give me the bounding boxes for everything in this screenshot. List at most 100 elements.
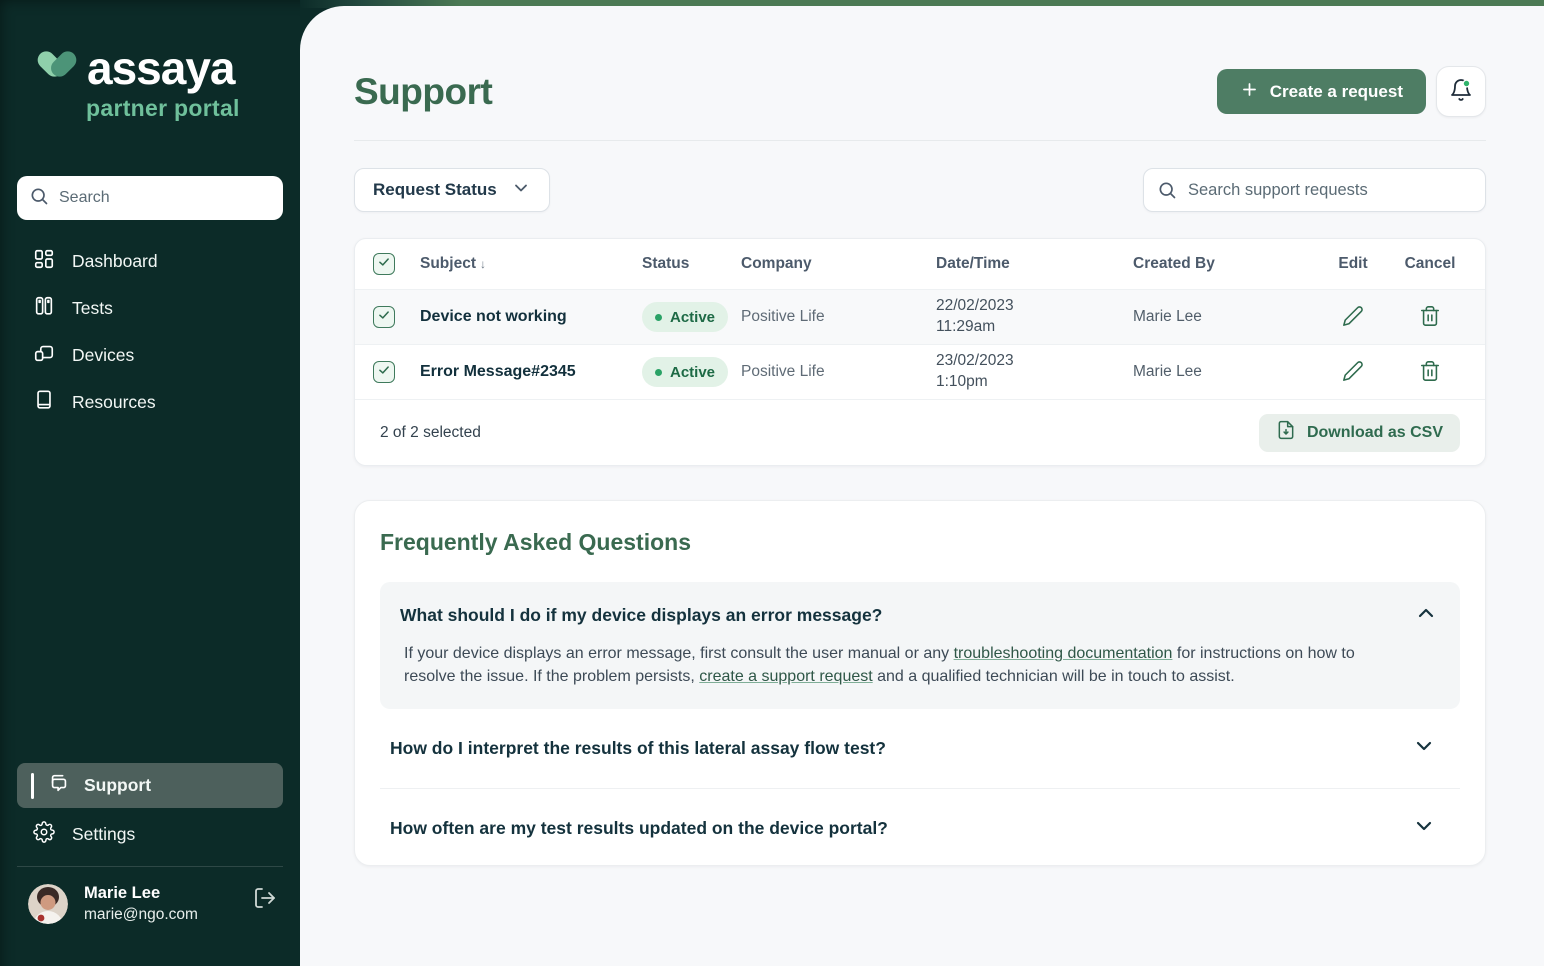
column-header-subject[interactable]: Subject↓ — [420, 255, 642, 273]
status-dot — [655, 369, 662, 376]
sidebar-item-label: Devices — [72, 345, 134, 366]
brand-name: assaya — [87, 45, 235, 91]
faq-item[interactable]: How often are my test results updated on… — [380, 789, 1460, 868]
create-request-button[interactable]: Create a request — [1217, 69, 1426, 114]
support-icon — [48, 772, 70, 799]
support-search-input[interactable] — [1143, 168, 1486, 212]
chevron-down-icon — [511, 178, 531, 203]
cell-created-by: Marie Lee — [1133, 308, 1313, 326]
sidebar-item-tests[interactable]: Tests — [17, 285, 283, 332]
pencil-icon — [1342, 360, 1364, 385]
chevron-up-icon[interactable] — [1414, 601, 1438, 630]
table-row: Device not working Active Positive Life … — [355, 289, 1485, 344]
troubleshooting-documentation-link[interactable]: troubleshooting documentation — [954, 645, 1173, 662]
faq-answer: If your device displays an error message… — [400, 643, 1440, 688]
download-csv-label: Download as CSV — [1307, 424, 1443, 442]
sidebar-item-support[interactable]: Support — [17, 763, 283, 808]
bell-icon — [1449, 78, 1473, 105]
faq-question: What should I do if my device displays a… — [400, 605, 882, 626]
page-title: Support — [354, 71, 492, 113]
column-header-datetime: Date/Time — [936, 255, 1133, 273]
cell-subject: Error Message#2345 — [420, 363, 642, 381]
logout-button[interactable] — [253, 886, 277, 913]
active-indicator-bar — [31, 773, 34, 799]
sidebar-item-resources[interactable]: Resources — [17, 379, 283, 426]
sidebar-search-input[interactable] — [59, 189, 271, 207]
notifications-button[interactable] — [1436, 66, 1486, 117]
edit-button[interactable] — [1313, 305, 1393, 330]
status-badge: Active — [642, 302, 728, 332]
sidebar-item-settings[interactable]: Settings — [17, 812, 283, 857]
user-profile: Marie Lee marie@ngo.com — [17, 884, 283, 924]
file-download-icon — [1276, 420, 1296, 445]
sidebar-nav: Dashboard Tests — [17, 238, 283, 426]
cancel-button[interactable] — [1393, 360, 1467, 385]
user-name: Marie Lee — [84, 884, 198, 903]
avatar — [28, 884, 68, 924]
faq-item[interactable]: How do I interpret the results of this l… — [380, 709, 1460, 788]
sidebar-item-label: Support — [84, 775, 151, 796]
status-dot — [655, 314, 662, 321]
brand-logo: assaya partner portal — [34, 44, 240, 122]
devices-icon — [33, 342, 55, 369]
app-window: assaya partner portal Dashboard — [0, 0, 1544, 966]
trash-icon — [1419, 360, 1441, 385]
sidebar-item-dashboard[interactable]: Dashboard — [17, 238, 283, 285]
search-icon — [29, 186, 49, 211]
tests-icon — [33, 295, 55, 322]
table-header-row: Subject↓ Status Company Date/Time Create… — [355, 239, 1485, 289]
cell-subject: Device not working — [420, 308, 642, 326]
dashboard-icon — [33, 248, 55, 275]
chevron-down-icon[interactable] — [1412, 734, 1436, 763]
sidebar-item-devices[interactable]: Devices — [17, 332, 283, 379]
header-divider — [354, 140, 1486, 141]
filters-row: Request Status — [354, 168, 1486, 212]
faq-question: How do I interpret the results of this l… — [390, 738, 886, 759]
sidebar-divider — [17, 866, 283, 867]
resources-icon — [33, 389, 55, 416]
column-header-company: Company — [741, 255, 936, 273]
faq-heading: Frequently Asked Questions — [380, 529, 1460, 556]
request-status-label: Request Status — [373, 180, 497, 200]
faq-section: Frequently Asked Questions What should I… — [354, 500, 1486, 866]
cell-company: Positive Life — [741, 308, 936, 326]
chevron-down-icon[interactable] — [1412, 814, 1436, 843]
sidebar-item-label: Dashboard — [72, 251, 158, 272]
column-header-created-by: Created By — [1133, 255, 1313, 273]
cancel-button[interactable] — [1393, 305, 1467, 330]
create-support-request-link[interactable]: create a support request — [699, 668, 872, 685]
edit-button[interactable] — [1313, 360, 1393, 385]
faq-question: How often are my test results updated on… — [390, 818, 888, 839]
cell-datetime: 22/02/2023 11:29am — [936, 296, 1133, 338]
main-content: Support Create a request — [300, 6, 1544, 966]
status-badge: Active — [642, 357, 728, 387]
cell-datetime: 23/02/2023 1:10pm — [936, 351, 1133, 393]
row-checkbox[interactable] — [373, 361, 395, 383]
sidebar: assaya partner portal Dashboard — [0, 0, 300, 966]
checkbox-check-icon — [377, 363, 391, 382]
create-request-label: Create a request — [1270, 82, 1403, 102]
checkbox-check-icon — [377, 255, 391, 274]
row-checkbox[interactable] — [373, 306, 395, 328]
sidebar-nav-bottom: Support Settings — [17, 763, 283, 924]
brand-subtitle: partner portal — [86, 95, 240, 122]
settings-icon — [33, 821, 55, 848]
table-footer: 2 of 2 selected Download as CSV — [355, 399, 1485, 465]
request-status-dropdown[interactable]: Request Status — [354, 168, 550, 212]
page-header: Support Create a request — [354, 66, 1486, 117]
sidebar-item-label: Tests — [72, 298, 113, 319]
pencil-icon — [1342, 305, 1364, 330]
plus-icon — [1240, 80, 1259, 104]
support-requests-table: Subject↓ Status Company Date/Time Create… — [354, 238, 1486, 466]
select-all-checkbox[interactable] — [373, 253, 395, 275]
user-email: marie@ngo.com — [84, 906, 198, 924]
table-row: Error Message#2345 Active Positive Life … — [355, 344, 1485, 399]
download-csv-button[interactable]: Download as CSV — [1259, 414, 1460, 452]
column-header-cancel: Cancel — [1393, 255, 1467, 273]
sidebar-item-label: Settings — [72, 824, 135, 845]
sidebar-search[interactable] — [17, 176, 283, 220]
logout-icon — [253, 898, 277, 913]
column-header-status: Status — [642, 255, 741, 273]
faq-item-expanded[interactable]: What should I do if my device displays a… — [380, 582, 1460, 709]
cell-company: Positive Life — [741, 363, 936, 381]
